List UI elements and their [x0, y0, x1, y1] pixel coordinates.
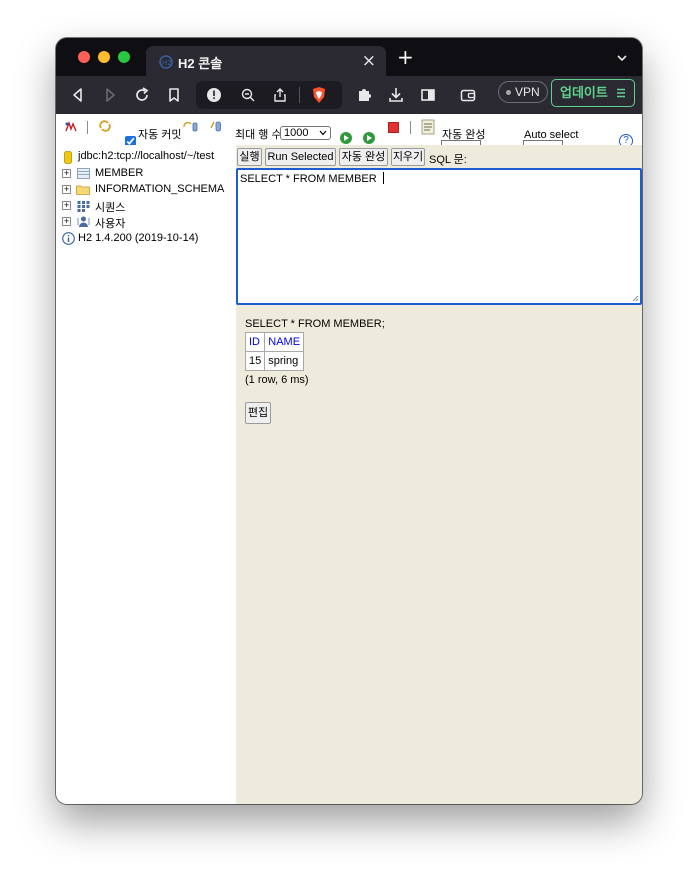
rollback-icon[interactable]: [182, 120, 198, 132]
max-rows-select[interactable]: 1000: [280, 126, 331, 140]
forward-icon[interactable]: [100, 85, 120, 105]
minimize-window-button[interactable]: [98, 51, 110, 63]
max-rows-label: 최대 행 수: [235, 129, 282, 141]
tab-close-icon[interactable]: ×: [362, 51, 376, 71]
sql-editor[interactable]: SELECT * FROM MEMBER: [236, 168, 642, 305]
database-icon: [64, 151, 72, 164]
table-cell: spring: [264, 351, 305, 371]
address-bar[interactable]: [196, 81, 342, 109]
tab-h2-console[interactable]: H2 H2 콘솔 ×: [146, 46, 386, 76]
text-caret: [382, 172, 384, 184]
query-panel: 실행 Run Selected 자동 완성 지우기 SQL 문: SELECT …: [236, 145, 642, 804]
close-window-button[interactable]: [78, 51, 90, 63]
folder-icon: [76, 185, 90, 195]
auto-complete-button[interactable]: 자동 완성: [339, 148, 388, 166]
sql-statement-label: SQL 문:: [429, 154, 467, 166]
run-selected-button[interactable]: Run Selected: [265, 148, 336, 166]
run-selected-icon[interactable]: [362, 131, 376, 145]
share-icon[interactable]: [272, 87, 288, 103]
result-meta: (1 row, 6 ms): [245, 374, 309, 386]
h2-favicon-icon: H2: [159, 55, 173, 69]
zoom-out-icon[interactable]: [240, 87, 256, 103]
schema-tree: jdbc:h2:tcp://localhost/~/test + MEMBER …: [56, 145, 236, 804]
refresh-icon[interactable]: [98, 119, 112, 133]
vpn-status-dot-icon: [506, 90, 511, 95]
tab-title: H2 콘솔: [178, 56, 223, 71]
back-icon[interactable]: [68, 85, 88, 105]
clear-button[interactable]: 지우기: [391, 148, 425, 166]
edit-button[interactable]: 편집: [245, 402, 271, 424]
urlbar-divider: [299, 87, 300, 103]
tab-bar: H2 H2 콘솔 × +: [56, 38, 642, 76]
chevron-down-icon[interactable]: [616, 52, 628, 64]
users-icon: [77, 216, 90, 227]
chevron-down-icon: [319, 130, 327, 136]
sql-text: SELECT * FROM MEMBER: [240, 173, 380, 185]
expand-plus-icon[interactable]: +: [62, 217, 71, 226]
run-button[interactable]: 실행: [237, 148, 262, 166]
expand-plus-icon[interactable]: +: [62, 169, 71, 178]
browser-window: H2 H2 콘솔 × + VPN 업데이트 자동 커밋 최대 행 수 1000 …: [56, 38, 642, 804]
info-icon: [62, 232, 75, 245]
zoom-window-button[interactable]: [118, 51, 130, 63]
table-icon: [77, 168, 90, 179]
commit-icon[interactable]: [210, 119, 222, 133]
page-content: 자동 커밋 최대 행 수 1000 자동 완성 Auto select ? jd…: [56, 114, 642, 804]
sequence-icon: [77, 201, 90, 212]
toolbar-separator: [410, 121, 411, 134]
new-tab-button[interactable]: +: [397, 47, 414, 67]
history-icon[interactable]: [421, 119, 435, 135]
site-warning-icon[interactable]: [206, 87, 222, 103]
result-table: ID NAME 15 spring: [244, 332, 305, 371]
vpn-label: VPN: [515, 85, 540, 99]
update-button[interactable]: 업데이트: [551, 79, 635, 107]
expand-plus-icon[interactable]: +: [62, 185, 71, 194]
column-header-name[interactable]: NAME: [264, 332, 305, 352]
stop-icon[interactable]: [388, 122, 399, 133]
toolbar-separator: [87, 121, 88, 134]
column-header-id[interactable]: ID: [244, 332, 266, 352]
vpn-button[interactable]: VPN: [498, 81, 548, 103]
sidebar-icon[interactable]: [418, 85, 438, 105]
browser-toolbar: VPN 업데이트: [56, 76, 642, 114]
h2-toolbar: 자동 커밋 최대 행 수 1000 자동 완성 Auto select ?: [56, 114, 642, 148]
menu-icon: [617, 88, 625, 98]
executed-sql: SELECT * FROM MEMBER;: [245, 318, 385, 330]
expand-plus-icon[interactable]: +: [62, 201, 71, 210]
table-header-row: ID NAME: [244, 332, 305, 352]
download-icon[interactable]: [386, 85, 406, 105]
update-label: 업데이트: [560, 85, 608, 100]
resize-handle-icon[interactable]: [631, 294, 639, 302]
disconnect-icon[interactable]: [64, 120, 78, 134]
svg-text:H2: H2: [162, 59, 172, 67]
wallet-icon[interactable]: [458, 85, 478, 105]
auto-commit-label: 자동 커밋: [138, 129, 182, 141]
bookmark-icon[interactable]: [164, 85, 184, 105]
table-cell: 15: [244, 351, 266, 371]
table-row: 15 spring: [244, 351, 305, 371]
brave-shield-icon[interactable]: [310, 86, 328, 104]
run-icon[interactable]: [339, 131, 353, 145]
extensions-puzzle-icon[interactable]: [354, 85, 374, 105]
reload-icon[interactable]: [132, 85, 152, 105]
